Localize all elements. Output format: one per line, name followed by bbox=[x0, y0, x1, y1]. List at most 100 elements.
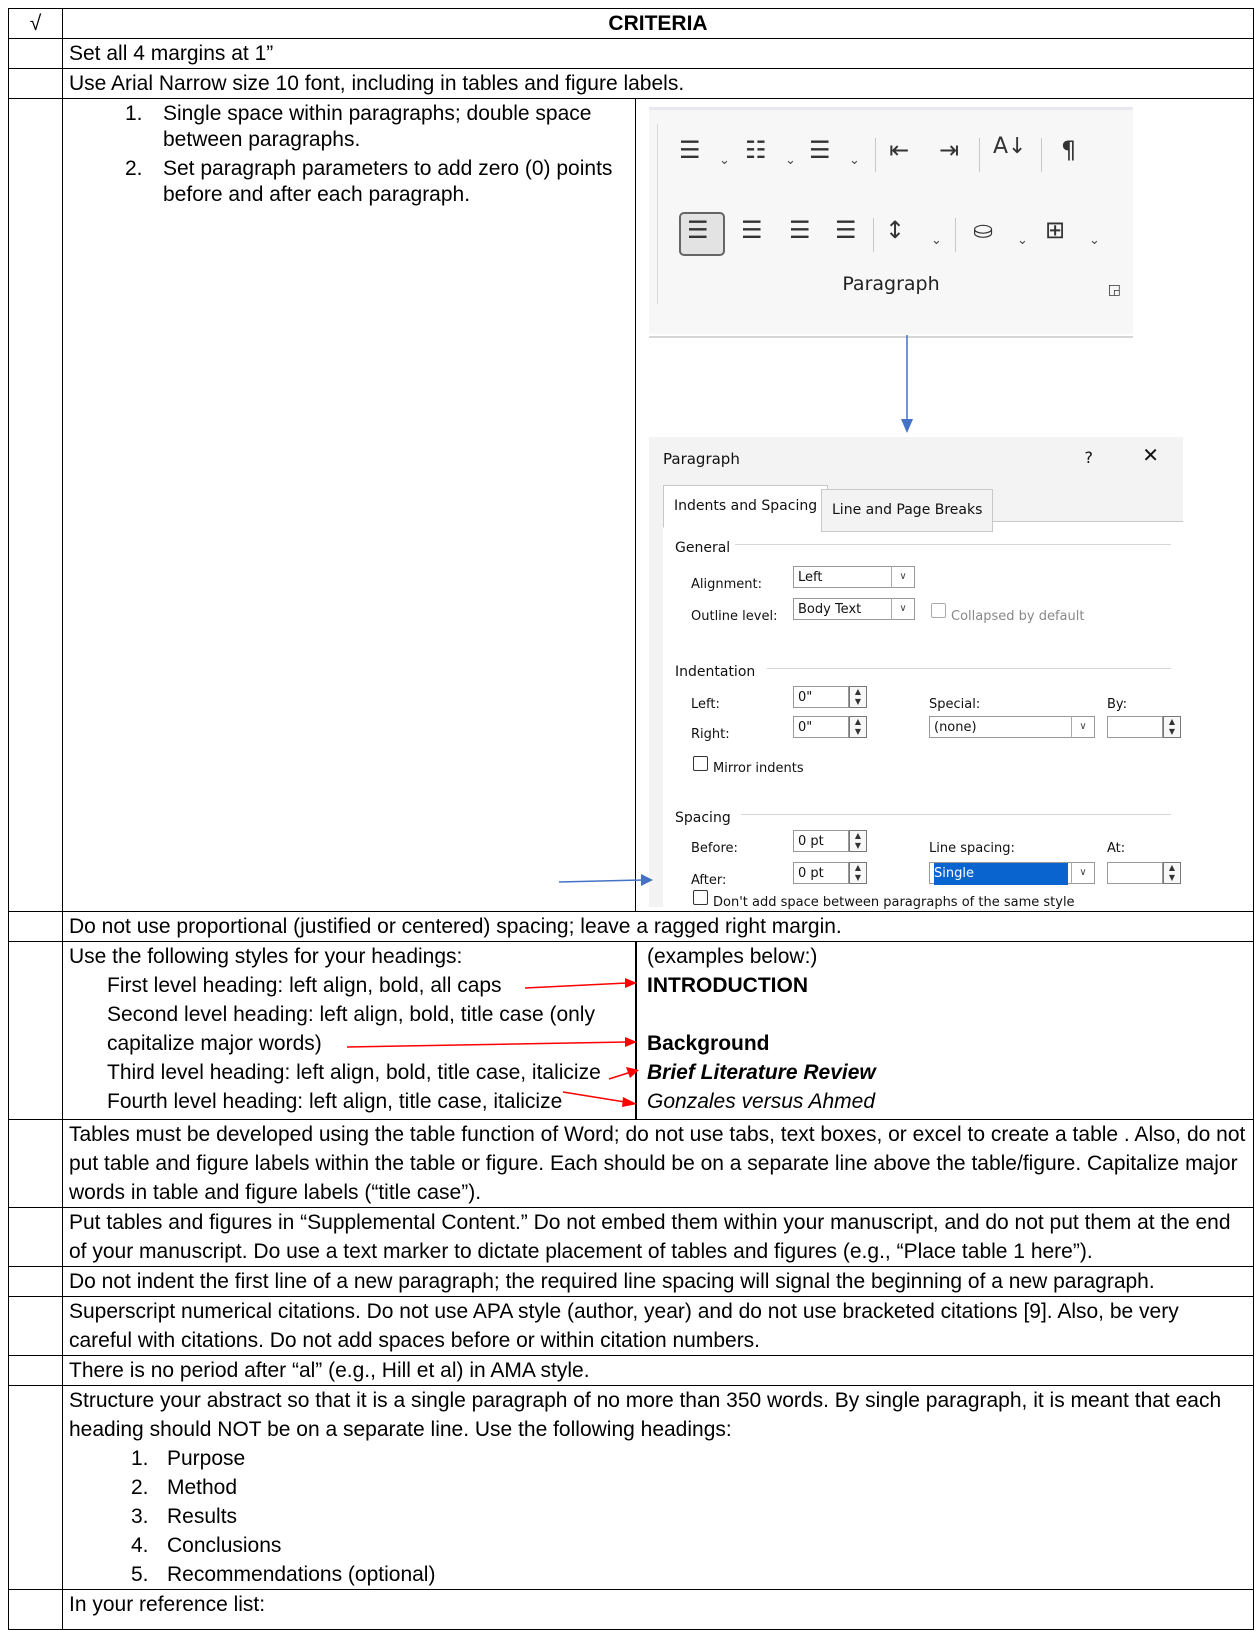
alignment-select: Left ∨ bbox=[793, 566, 915, 588]
criteria-abstract: Structure your abstract so that it is a … bbox=[62, 1385, 1254, 1590]
dialog-launcher-icon: ◲ bbox=[1107, 282, 1121, 298]
align-right-icon: ☰ bbox=[789, 216, 811, 244]
section-spacing: Spacing bbox=[675, 810, 731, 826]
left-indent-input: 0" bbox=[793, 686, 849, 708]
chevron-down-icon: ⌄ bbox=[849, 153, 860, 168]
by-input bbox=[1107, 716, 1163, 738]
abstract-text: Structure your abstract so that it is a … bbox=[69, 1389, 1222, 1441]
outline-level-label: Outline level: bbox=[691, 609, 778, 624]
check-column-header: √ bbox=[8, 8, 63, 39]
criteria-font: Use Arial Narrow size 10 font, including… bbox=[62, 68, 1254, 99]
spacing-list: 1. Single space within paragraphs; double… bbox=[63, 99, 635, 208]
check-cell[interactable] bbox=[8, 38, 63, 69]
line-spacing-icon: ↕ bbox=[885, 216, 906, 244]
spinner-icon: ▲ ▼ bbox=[849, 686, 867, 708]
help-icon: ? bbox=[1084, 448, 1094, 467]
collapsed-checkbox bbox=[931, 603, 946, 618]
tab-indents-and-spacing: Indents and Spacing bbox=[663, 485, 829, 528]
chevron-down-icon: ⌄ bbox=[1017, 233, 1028, 248]
blue-arrow-right bbox=[559, 874, 653, 886]
multilevel-list-icon: ☰ bbox=[809, 136, 831, 164]
line-spacing-select: Single ∨ bbox=[929, 862, 1095, 885]
spinner-icon: ▲ ▼ bbox=[1163, 862, 1181, 884]
align-center-icon: ☰ bbox=[741, 216, 763, 244]
criteria-citations: Superscript numerical citations. Do not … bbox=[62, 1296, 1254, 1356]
chevron-down-icon: ∨ bbox=[891, 566, 914, 588]
check-cell[interactable] bbox=[8, 1355, 63, 1386]
check-cell[interactable] bbox=[8, 1207, 63, 1267]
criteria-header: CRITERIA bbox=[62, 8, 1254, 39]
check-cell[interactable] bbox=[8, 98, 63, 912]
criteria-indent: Do not indent the first line of a new pa… bbox=[62, 1266, 1254, 1297]
collapsed-label: Collapsed by default bbox=[951, 609, 1085, 624]
chevron-down-icon: ⌄ bbox=[931, 233, 942, 248]
special-label: Special: bbox=[929, 697, 981, 712]
criteria-reference: In your reference list: bbox=[62, 1589, 1254, 1630]
before-label: Before: bbox=[691, 841, 738, 856]
red-arrows bbox=[346, 978, 639, 1107]
paragraph-ribbon-screenshot: ☰ ⌄ ☷ ⌄ ☰ ⌄ ⇤ ⇥ A↓ ¶ ☰ ☰ ☰ ☰ ↕ ⌄ ⛀ ⌄ ⊞ ⌄… bbox=[649, 107, 1133, 338]
justify-icon: ☰ bbox=[835, 216, 857, 244]
section-indentation: Indentation bbox=[675, 664, 756, 680]
spinner-icon: ▲ ▼ bbox=[849, 716, 867, 738]
criteria-document: √ CRITERIA Set all 4 margins at 1” Use A… bbox=[8, 8, 1254, 1630]
spacing-instructions: 1. Single space within paragraphs; double… bbox=[63, 99, 636, 911]
at-input bbox=[1107, 862, 1163, 884]
paragraph-dialog-screenshot: Paragraph ? ✕ General Alignment: Left ∨ O… bbox=[649, 437, 1183, 910]
right-indent-label: Right: bbox=[691, 727, 730, 742]
list-item: 3. Results bbox=[131, 1505, 238, 1528]
check-cell[interactable] bbox=[8, 911, 63, 942]
list-item: 4. Conclusions bbox=[131, 1534, 282, 1557]
alignment-label: Alignment: bbox=[691, 577, 762, 592]
chevron-down-icon: ⌄ bbox=[719, 153, 730, 168]
dialog-panel: General Alignment: Left ∨ Outline level: … bbox=[663, 521, 1183, 910]
criteria-tables: Tables must be developed using the table… bbox=[62, 1119, 1254, 1208]
criteria-supplemental: Put tables and figures in “Supplemental … bbox=[62, 1207, 1254, 1267]
list-item: 1. Single space within paragraphs; double… bbox=[125, 102, 592, 151]
pilcrow-icon: ¶ bbox=[1061, 136, 1077, 164]
blue-arrow-down bbox=[901, 335, 913, 433]
check-cell[interactable] bbox=[8, 1296, 63, 1356]
ribbon-group-label: Paragraph bbox=[842, 273, 940, 295]
criteria-table: √ CRITERIA Set all 4 margins at 1” Use A… bbox=[8, 8, 1254, 1630]
chevron-down-icon: ⌄ bbox=[1089, 233, 1100, 248]
list-item: 5. Recommendations (optional) bbox=[131, 1563, 436, 1586]
outline-level-select: Body Text ∨ bbox=[793, 598, 915, 620]
increase-indent-icon: ⇥ bbox=[939, 136, 960, 164]
line-spacing-label: Line spacing: bbox=[929, 841, 1015, 856]
check-cell[interactable] bbox=[8, 1266, 63, 1297]
chevron-down-icon: ∨ bbox=[1071, 716, 1094, 738]
check-cell[interactable] bbox=[8, 1385, 63, 1590]
check-cell[interactable] bbox=[8, 1589, 63, 1630]
special-select: (none) ∨ bbox=[929, 716, 1095, 738]
list-item: 1. Purpose bbox=[131, 1447, 246, 1470]
bullets-icon: ☰ bbox=[679, 136, 701, 164]
at-label: At: bbox=[1107, 841, 1126, 856]
close-icon: ✕ bbox=[1142, 443, 1159, 467]
before-input: 0 pt bbox=[793, 830, 849, 852]
align-left-icon: ☰ bbox=[687, 216, 709, 244]
shading-icon: ⛀ bbox=[973, 216, 994, 244]
criteria-spacing-cell: 1. Single space within paragraphs; double… bbox=[62, 98, 1254, 912]
check-cell[interactable] bbox=[8, 941, 63, 1120]
numbering-icon: ☷ bbox=[745, 136, 767, 164]
check-cell[interactable] bbox=[8, 1119, 63, 1208]
dialog-title: Paragraph bbox=[663, 450, 740, 468]
spinner-icon: ▲ ▼ bbox=[849, 862, 867, 884]
chevron-down-icon: ∨ bbox=[891, 598, 914, 620]
mirror-indents-label: Mirror indents bbox=[713, 761, 804, 776]
check-cell[interactable] bbox=[8, 68, 63, 99]
left-indent-label: Left: bbox=[691, 697, 720, 712]
right-indent-input: 0" bbox=[793, 716, 849, 738]
criteria-margins: Set all 4 margins at 1” bbox=[62, 38, 1254, 69]
list-item: 2. Method bbox=[131, 1476, 238, 1499]
decrease-indent-icon: ⇤ bbox=[889, 136, 910, 164]
section-general: General bbox=[675, 540, 731, 556]
dont-add-space-label: Don't add space between paragraphs of th… bbox=[713, 895, 1075, 910]
spinner-icon: ▲ ▼ bbox=[1163, 716, 1181, 738]
after-input: 0 pt bbox=[793, 862, 849, 884]
criteria-headings-cell: Use the following styles for your headin… bbox=[62, 941, 1254, 1120]
mirror-indents-checkbox bbox=[693, 756, 708, 771]
dont-add-space-checkbox bbox=[693, 890, 708, 905]
tab-line-and-page-breaks: Line and Page Breaks bbox=[821, 489, 994, 532]
